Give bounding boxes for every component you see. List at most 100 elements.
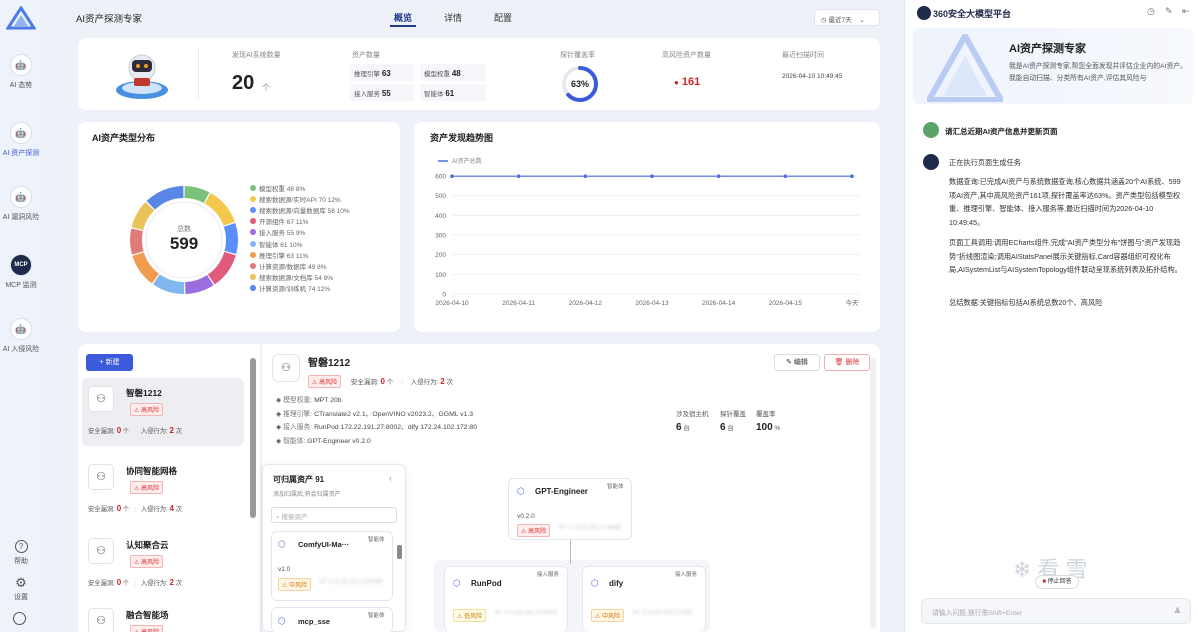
new-system-button[interactable]: + 新建 (86, 354, 133, 371)
time-filter-select[interactable]: ◷ 最近7天 ⌄ (814, 9, 880, 26)
discovered-value: 20 (232, 72, 255, 94)
tab-detail[interactable]: 详情 (444, 11, 462, 24)
tab-config[interactable]: 配置 (494, 11, 512, 24)
legend-label: 智能体 61 10% (259, 241, 303, 249)
series-point[interactable] (583, 174, 588, 178)
system-list-item[interactable]: ⚇ 协同智能网格 ⚠ 高风险 安全漏洞: 0 个 | 入侵行为: 4 次 (82, 456, 244, 524)
topology-node-runpod[interactable]: ⬡ RunPod 接入服务 ⚠ 低风险 IP: 172.22.191.27:80… (444, 566, 568, 632)
series-point[interactable] (850, 174, 854, 178)
system-list-item[interactable]: ⚇ 智磐1212 ⚠ 高风险 安全漏洞: 0 个 | 入侵行为: 2 次 (82, 378, 244, 446)
series-point[interactable] (783, 174, 788, 178)
assign-title: 可归属资产 91 (273, 475, 325, 484)
nav-item-ai-vuln-risk[interactable]: 🤖 AI 漏洞风险 (0, 186, 42, 222)
legend-item[interactable]: 计算资源/数据库 49 8% (250, 260, 396, 271)
legend-item[interactable]: 开源组件 67 11% (250, 216, 396, 227)
donut-center-label: 总数 (177, 226, 191, 233)
legend-item[interactable]: 接入服务 55 9% (250, 227, 396, 238)
list-item-risk: ⚠ 高风险 (130, 625, 164, 632)
tab-overview[interactable]: 概览 (394, 11, 412, 24)
detail-scrollbar[interactable] (870, 358, 876, 628)
nav-label: AI 入侵风险 (2, 346, 40, 353)
settings-label: 设置 (14, 594, 28, 601)
history-icon[interactable]: ◷ (1147, 6, 1155, 17)
vuln-value: 0 (116, 426, 122, 435)
detail-name: 智磐1212 (308, 358, 351, 369)
list-scrollbar[interactable] (250, 358, 256, 518)
app-logo-icon[interactable] (5, 5, 37, 30)
edit-button[interactable]: ✎ 编辑 (774, 354, 820, 371)
donut-slice[interactable] (184, 186, 210, 203)
assistant-status: 正在执行页面生成任务 (949, 158, 1021, 167)
legend-item[interactable]: 计算资源/训练机 74 12% (250, 283, 396, 294)
assign-item-version: v1.0 (278, 566, 291, 573)
legend-item[interactable]: 搜索数据源/向量数据库 58 10% (250, 204, 396, 215)
access-value: 55 (381, 89, 391, 98)
legend-item[interactable]: 搜索数据源/实时API 70 12% (250, 193, 396, 204)
nav-help[interactable]: ? 帮助 (0, 540, 42, 566)
list-item-risk: ⚠ 高风险 (130, 403, 164, 416)
node-tag: 接入服务 (675, 572, 698, 578)
warning-icon: ⚠ (282, 583, 288, 589)
asset-access: 接入服务 55 (350, 84, 414, 101)
scan-label: 最近扫描时间 (782, 52, 824, 59)
series-point[interactable] (516, 174, 521, 178)
system-list-item[interactable]: ⚇ 认知聚合云 ⚠ 高风险 安全漏洞: 0 个 | 入侵行为: 2 次 (82, 530, 244, 598)
legend-swatch (250, 240, 256, 247)
vuln-unit: 个 (386, 379, 394, 386)
series-point[interactable] (716, 174, 721, 178)
tab-underline (390, 25, 416, 27)
send-icon[interactable]: ▲ (1172, 604, 1183, 616)
trend-card: 资产发现趋势图 0 100 200 300 400 500 600 2026-04-10 202… (414, 122, 880, 332)
asset-breakdown: 推理引擎 63 模型权重 48 接入服务 55 智能体 61 (350, 64, 486, 102)
topology-node-dify[interactable]: ⬡ dify 接入服务 ⚠ 中风险 IP: 172.24.102.172:80 (582, 566, 706, 632)
assign-item[interactable]: ⬡ ComfyUI-Ma··· 智能体 v1.0 ⚠ 中风险 IP: 172.2… (271, 531, 393, 601)
legend-item[interactable]: 智能体 61 10% (250, 238, 396, 249)
node-risk: ⚠ 低风险 (453, 609, 487, 622)
agent-attr-value: GPT-Engineer v0.2.0 (307, 437, 371, 445)
donut-slice[interactable] (204, 193, 235, 226)
engine-label: 推理引擎 (354, 71, 380, 78)
topology-node-gpt-engineer[interactable]: ⬡ GPT-Engineer 智能体 v0.2.0 ⚠ 高风险 IP: 172.… (508, 478, 632, 540)
donut-slice[interactable] (146, 186, 184, 210)
help-label: 帮助 (14, 558, 28, 565)
minimize-icon[interactable]: ⇤ (1182, 6, 1190, 17)
stats-card: 发现AI系统数量 20 个 资产数量 推理引擎 63 模型权重 48 接入服务 … (78, 38, 880, 110)
nav-item-ai-situation[interactable]: 🤖 AI 态势 (0, 54, 42, 90)
legend-label[interactable]: AI资产总数 (452, 157, 482, 165)
donut-center-value: 599 (169, 234, 199, 253)
list-item-meta: 安全漏洞: 0 个 | 入侵行为: 4 次 (88, 504, 183, 513)
hex-icon: ⬡ (517, 486, 525, 496)
hero-banner: AI资产探测专家 我是AI资产探测专家,帮您全面发现并评估企业内的AI资产。 我… (913, 28, 1193, 104)
node-version: v0.2.0 (517, 513, 535, 520)
stop-answer-button[interactable]: ■ 停止回答 (1035, 575, 1079, 589)
collapse-chevron-icon[interactable]: ‹ (389, 473, 392, 483)
legend-item[interactable]: 搜索数据源/文档库 54 9% (250, 272, 396, 283)
search-assets-input[interactable]: ⌕ 搜索资产 (271, 507, 397, 523)
chat-input[interactable]: 请输入问题,换行需Shift+Enter ▲ (921, 598, 1191, 624)
delete-button[interactable]: 🗑 删除 (824, 354, 870, 371)
legend-item[interactable]: 推理引擎 63 11% (250, 249, 396, 260)
donut-slice[interactable] (207, 251, 236, 285)
assign-scrollbar[interactable] (397, 545, 402, 559)
series-point[interactable] (650, 174, 654, 178)
y-tick-label: 200 (435, 252, 446, 259)
donut-slice[interactable] (132, 252, 160, 284)
series-point[interactable] (450, 174, 454, 178)
agent-attr-label: 智能体: (283, 437, 306, 445)
new-chat-icon[interactable]: ✎ (1165, 6, 1173, 17)
hex-icon: ⬡ (453, 578, 461, 588)
nav-label: AI 漏洞风险 (2, 214, 40, 221)
assign-item[interactable]: ⬡ mcp_sse 智能体 (271, 607, 393, 632)
user-avatar-icon[interactable] (13, 612, 26, 625)
nav-item-ai-asset-probe[interactable]: 🤖 AI 资产探测 (0, 122, 42, 158)
plus-icon: + (99, 359, 104, 366)
list-item-name: 协同智能网格 (126, 466, 178, 476)
system-list-item[interactable]: ⚇ 融合智能场 ⚠ 高风险 (82, 600, 244, 632)
legend-item[interactable]: 模型权重 48 8% (250, 182, 396, 193)
nav-item-mcp-monitor[interactable]: MCP MCP 监测 (0, 254, 42, 290)
nav-item-ai-intrusion[interactable]: 🤖 AI 入侵风险 (0, 318, 42, 354)
nav-settings[interactable]: ⚙ 设置 (0, 576, 42, 602)
hero-desc-line: 我能自动扫描、分类所有AI资产,评估其风险与 (1009, 75, 1147, 82)
agent-icon: ◈ (276, 437, 282, 445)
x-tick-label: 2026-04-11 (502, 300, 535, 307)
